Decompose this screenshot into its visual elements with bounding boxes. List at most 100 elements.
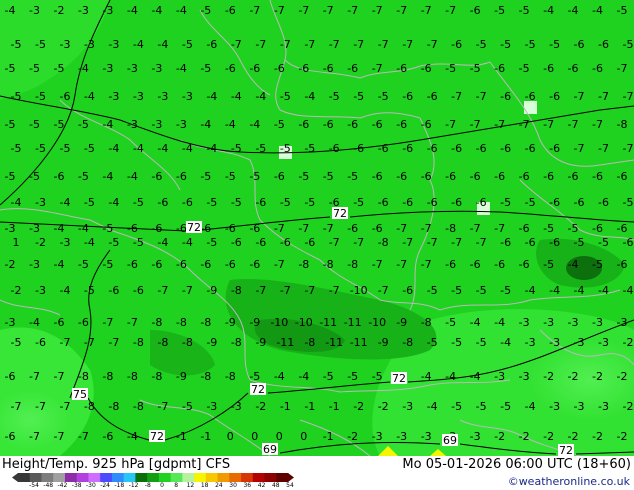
temp-value: -6 [574,196,585,209]
temp-value: -5 [255,142,266,155]
temp-value: -3 [206,400,217,413]
temp-value: -4 [543,4,554,17]
temp-value: -3 [617,316,628,329]
temp-value: -6 [519,222,530,235]
temp-value: -2 [568,370,579,383]
temp-value: -6 [592,170,603,183]
temp-value: -3 [525,336,536,349]
temp-value: -5 [494,4,505,17]
temp-value: -4 [60,196,71,209]
temp-value: -6 [372,118,383,131]
temp-value: -7 [568,118,579,131]
temp-value: -6 [323,118,334,131]
temp-value: -5 [102,258,113,271]
temp-value: -6 [378,196,389,209]
temp-value: -4 [11,196,22,209]
temp-value: -2 [543,370,554,383]
temp-value: -5 [329,90,340,103]
temp-value: -9 [396,316,407,329]
temp-value: -4 [421,370,432,383]
temp-value: -7 [298,222,309,235]
temp-value: -3 [35,196,46,209]
temp-value: -5 [5,118,16,131]
temp-value: -2 [255,400,266,413]
temp-value: -4 [182,236,193,249]
temp-value: -6 [323,62,334,75]
temp-value: -4 [54,222,65,235]
temp-value: -4 [494,316,505,329]
temp-value: -5 [280,142,291,155]
temp-value: -8 [157,336,168,349]
temp-value: -9 [225,316,236,329]
temp-value: -7 [353,38,364,51]
temp-value: -3 [568,316,579,329]
temp-value: -5 [592,258,603,271]
height-label: 72 [187,221,201,234]
height-label: 75 [73,388,87,401]
temp-value: -4 [298,370,309,383]
temp-value: -6 [5,370,16,383]
temp-value: -7 [249,4,260,17]
temp-value: -4 [525,284,536,297]
temp-value: -6 [568,170,579,183]
temp-value: -6 [519,170,530,183]
temp-value: -5 [35,38,46,51]
temp-value: -2 [494,430,505,443]
temp-value: -7 [476,236,487,249]
credit-link[interactable]: ©weatheronline.co.uk [508,475,630,488]
temp-value: -5 [623,196,634,209]
temp-value: -5 [347,370,358,383]
temp-value: -4 [225,118,236,131]
temp-value: -7 [494,222,505,235]
temp-value: -2 [5,258,16,271]
temp-value: -6 [525,236,536,249]
temp-value: -4 [470,370,481,383]
temp-value: -3 [519,370,530,383]
temp-value: -6 [470,258,481,271]
temp-value: -7 [598,90,609,103]
legend-arrow-right [288,473,294,482]
temp-value: -6 [304,236,315,249]
temp-value: -6 [329,142,340,155]
temp-value: -6 [445,170,456,183]
temp-value: -6 [451,196,462,209]
temp-value: -4 [102,118,113,131]
temp-value: -7 [280,284,291,297]
temp-value: -3 [396,430,407,443]
temp-value: -2 [543,430,554,443]
temp-value: -4 [525,400,536,413]
temp-value: -8 [151,316,162,329]
temp-value: -6 [54,170,65,183]
temp-value: -3 [402,400,413,413]
temp-value: -3 [108,90,119,103]
legend-swatch [123,473,136,482]
temp-value: -6 [617,222,628,235]
temp-value: -3 [133,90,144,103]
temp-value: -5 [476,400,487,413]
temp-value: -7 [274,222,285,235]
height-label: 72 [333,207,347,220]
temp-value: -5 [445,316,456,329]
temp-value: -5 [445,62,456,75]
temp-value: -7 [127,316,138,329]
temp-value: -6 [623,236,634,249]
temp-value: -7 [84,336,95,349]
temp-value: -5 [231,142,242,155]
temp-value: -6 [176,222,187,235]
temp-value: -6 [549,90,560,103]
temp-value: -7 [598,142,609,155]
temp-value: -7 [157,400,168,413]
temp-value: -4 [574,284,585,297]
temp-value: -3 [151,118,162,131]
legend-tick: 0 [160,482,164,489]
temp-value: -4 [29,316,40,329]
legend-swatch [158,473,172,482]
temp-value: -7 [427,236,438,249]
temp-value: -5 [500,284,511,297]
temp-value: -4 [60,284,71,297]
temp-value: -5 [78,258,89,271]
temp-value: -5 [598,236,609,249]
temp-value: -8 [402,336,413,349]
temp-value: -6 [427,90,438,103]
temp-value: -6 [347,62,358,75]
